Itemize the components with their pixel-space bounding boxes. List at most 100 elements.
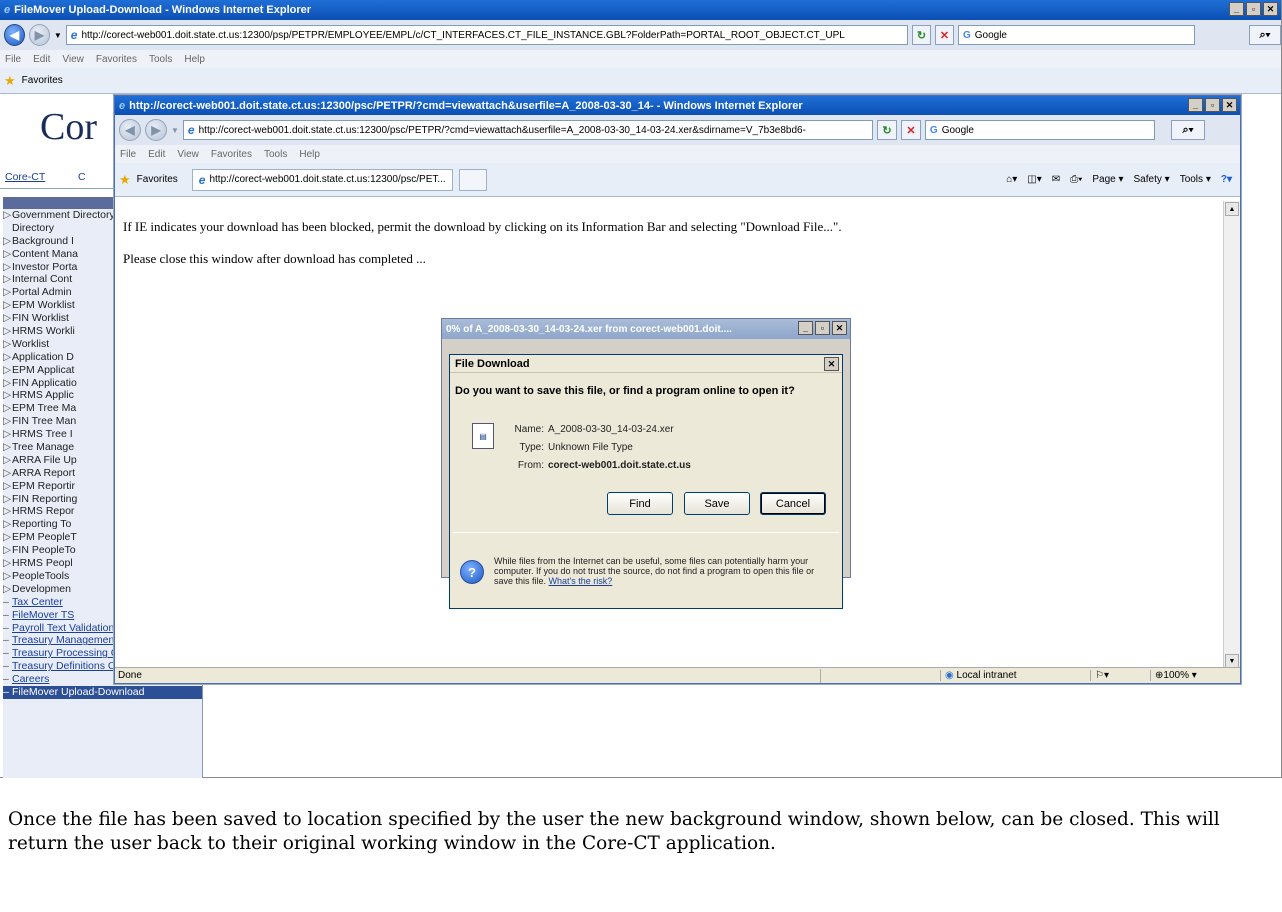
dash-icon: – xyxy=(3,647,9,660)
popup-address-row: ◀ ▶ ▼ e http://corect-web001.doit.state.… xyxy=(115,115,1240,145)
progress-title-bar: 0% of A_2008-03-30_14-03-24.xer from cor… xyxy=(442,319,850,339)
core-ct-logo: Cor xyxy=(40,106,97,148)
search-box[interactable]: G Google xyxy=(957,25,1195,45)
scroll-down-icon[interactable]: ▼ xyxy=(1225,654,1239,668)
back-button[interactable]: ◀ xyxy=(4,24,25,46)
safety-menu[interactable]: Safety ▾ xyxy=(1134,174,1170,185)
menu-edit[interactable]: Edit xyxy=(33,54,50,65)
sidebar-item-label: EPM Reportir xyxy=(12,479,76,492)
help-icon[interactable]: ?▾ xyxy=(1221,174,1232,185)
sidebar-item-label: Reporting To xyxy=(12,518,72,531)
protected-mode-icon[interactable]: ⚐▾ xyxy=(1090,670,1150,681)
sidebar-item-label: EPM PeopleT xyxy=(12,531,77,544)
history-dropdown-icon[interactable]: ▼ xyxy=(54,31,62,40)
tools-menu[interactable]: Tools ▾ xyxy=(1180,174,1211,185)
popup-active-tab[interactable]: e http://corect-web001.doit.state.ct.us:… xyxy=(191,168,453,191)
core-ct-tab-partial[interactable]: C xyxy=(78,171,86,183)
home-icon[interactable]: ⌂▾ xyxy=(1006,174,1017,185)
popup-menu-tools[interactable]: Tools xyxy=(264,149,287,160)
popup-refresh-icon[interactable]: ↻ xyxy=(876,120,897,140)
refresh-icon[interactable]: ↻ xyxy=(911,25,931,45)
document-caption: Once the file has been saved to location… xyxy=(8,809,1220,854)
popup-maximize-button[interactable]: ▫ xyxy=(1205,98,1220,112)
dialog-divider xyxy=(453,532,839,533)
menu-file[interactable]: File xyxy=(5,54,21,65)
sidebar-item-label: Government Directory xyxy=(12,209,115,221)
page-menu[interactable]: Page ▾ xyxy=(1092,174,1123,185)
popup-menu-help[interactable]: Help xyxy=(299,149,320,160)
whats-the-risk-link[interactable]: What's the risk? xyxy=(549,576,613,586)
popup-favorites-bar: ★ Favorites e http://corect-web001.doit.… xyxy=(115,163,1240,197)
favorites-button[interactable]: Favorites xyxy=(22,75,63,86)
maximize-button[interactable]: ▫ xyxy=(1246,2,1261,16)
progress-maximize-button[interactable]: ▫ xyxy=(815,321,830,335)
popup-close-button[interactable]: ✕ xyxy=(1222,98,1237,112)
progress-minimize-button[interactable]: _ xyxy=(798,321,813,335)
popup-favorites-button[interactable]: Favorites xyxy=(137,174,178,185)
popup-stop-icon[interactable]: ✕ xyxy=(900,120,921,140)
sidebar-item-label: EPM Applicat xyxy=(12,363,75,376)
file-icon: ▤ xyxy=(472,423,494,449)
core-ct-tab[interactable]: Core-CT xyxy=(5,171,45,183)
core-ct-tab-strip: Core-CT C xyxy=(0,167,118,189)
popup-address-bar[interactable]: e http://corect-web001.doit.state.ct.us:… xyxy=(182,120,873,140)
popup-window-title: http://corect-web001.doit.state.ct.us:12… xyxy=(129,99,803,112)
expand-triangle-icon: ▷ xyxy=(3,234,12,247)
popup-forward-button[interactable]: ▶ xyxy=(145,119,167,141)
from-label: From: xyxy=(517,460,544,471)
popup-back-button[interactable]: ◀ xyxy=(119,119,141,141)
sidebar-item[interactable]: – FileMover Upload-Download xyxy=(3,685,202,699)
forward-button[interactable]: ▶ xyxy=(28,24,50,46)
sidebar-item-label: Application D xyxy=(12,350,74,363)
menu-help[interactable]: Help xyxy=(184,54,205,65)
expand-triangle-icon: ▷ xyxy=(3,544,12,557)
expand-triangle-icon: ▷ xyxy=(3,325,12,338)
popup-address-url: http://corect-web001.doit.state.ct.us:12… xyxy=(198,124,806,136)
dash-icon: – xyxy=(3,621,9,634)
popup-menu-file[interactable]: File xyxy=(120,149,136,160)
main-menu-bar: File Edit View Favorites Tools Help xyxy=(0,50,1281,68)
type-label: Type: xyxy=(519,442,544,453)
popup-search-icon[interactable]: ⌕▾ xyxy=(1170,120,1205,140)
favorites-star-icon: ★ xyxy=(119,171,131,187)
expand-triangle-icon: ▷ xyxy=(3,389,12,402)
popup-menu-view[interactable]: View xyxy=(177,149,199,160)
popup-status-bar: Done ◉ Local intranet ⚐▾ ⊕100% ▾ xyxy=(115,667,1240,683)
sidebar-item-label: FIN Applicatio xyxy=(12,376,77,389)
popup-menu-edit[interactable]: Edit xyxy=(148,149,165,160)
zoom-control[interactable]: ⊕100% ▾ xyxy=(1150,670,1197,681)
feeds-icon[interactable]: ◫▾ xyxy=(1027,174,1041,185)
popup-history-dropdown-icon[interactable]: ▼ xyxy=(171,126,179,135)
minimize-button[interactable]: _ xyxy=(1229,2,1244,16)
expand-triangle-icon: ▷ xyxy=(3,557,12,570)
new-tab-button[interactable] xyxy=(458,168,487,191)
cancel-button[interactable]: Cancel xyxy=(760,492,826,515)
popup-page-icon: e xyxy=(187,123,195,137)
menu-favorites[interactable]: Favorites xyxy=(96,54,137,65)
expand-triangle-icon: ▷ xyxy=(3,531,12,544)
popup-menu-favorites[interactable]: Favorites xyxy=(211,149,252,160)
popup-vertical-scrollbar[interactable]: ▲ ▼ xyxy=(1223,201,1240,669)
menu-view[interactable]: View xyxy=(62,54,84,65)
dialog-close-button[interactable]: ✕ xyxy=(824,357,839,371)
popup-search-box[interactable]: G Google xyxy=(924,120,1155,140)
search-icon[interactable]: ⌕▾ xyxy=(1248,25,1281,45)
address-bar[interactable]: e http://corect-web001.doit.state.ct.us:… xyxy=(65,25,908,45)
find-button[interactable]: Find xyxy=(607,492,673,515)
print-icon[interactable]: ⎙▾ xyxy=(1070,174,1082,185)
progress-close-button[interactable]: ✕ xyxy=(832,321,847,335)
zone-label: Local intranet xyxy=(956,670,1017,681)
menu-tools[interactable]: Tools xyxy=(149,54,172,65)
safety-menu-label: Safety xyxy=(1133,174,1162,185)
stop-icon[interactable]: ✕ xyxy=(934,25,954,45)
expand-triangle-icon: ▷ xyxy=(3,492,12,505)
close-button[interactable]: ✕ xyxy=(1263,2,1278,16)
popup-minimize-button[interactable]: _ xyxy=(1188,98,1203,112)
scroll-up-icon[interactable]: ▲ xyxy=(1225,202,1239,216)
dash-icon: – xyxy=(3,660,9,673)
save-button[interactable]: Save xyxy=(684,492,750,515)
sidebar-item-label: Careers xyxy=(12,673,50,686)
mail-icon[interactable]: ✉ xyxy=(1052,174,1060,185)
shield-question-icon: ? xyxy=(460,560,484,584)
dash-icon: – xyxy=(3,634,9,647)
